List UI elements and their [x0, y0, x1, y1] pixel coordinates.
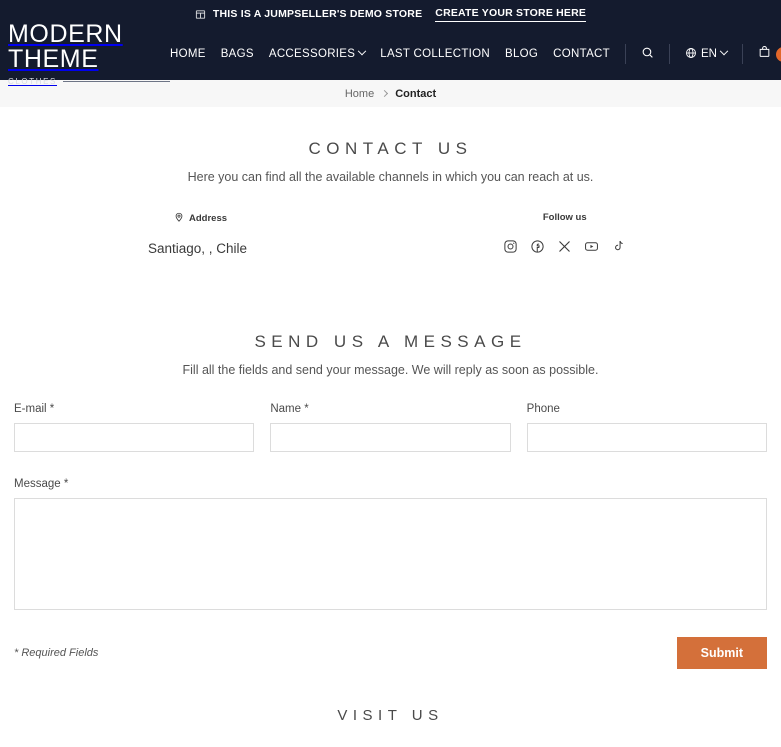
address-block: Address Santiago, , Chile — [14, 212, 391, 256]
brand-rule — [63, 81, 170, 82]
nav-last-collection-label: LAST COLLECTION — [380, 48, 490, 60]
cart-count-badge: 3 — [775, 46, 781, 62]
page-subtitle: Here you can find all the available chan… — [187, 170, 594, 184]
language-label: EN — [700, 48, 717, 60]
chevron-right-icon — [381, 89, 389, 98]
phone-label: Phone — [526, 403, 560, 415]
chevron-down-icon — [358, 46, 367, 56]
location-pin-icon — [174, 212, 184, 225]
globe-icon — [685, 47, 697, 62]
brand-subtitle: CLOTHES — [8, 77, 57, 86]
nav-contact[interactable]: CONTACT — [553, 48, 610, 60]
shopping-bag-icon — [758, 45, 771, 63]
email-label: E-mail * — [14, 403, 55, 415]
brand-name: MODERN THEME — [8, 20, 123, 73]
breadcrumb-current: Contact — [395, 87, 437, 100]
form-subtitle: Fill all the fields and send your messag… — [182, 363, 599, 377]
message-label: Message * — [14, 478, 69, 490]
create-store-link[interactable]: CREATE YOUR STORE HERE — [435, 7, 587, 22]
social-block: Follow us — [391, 212, 768, 254]
nav-divider-2 — [668, 44, 670, 64]
address-label: Address — [189, 213, 228, 224]
nav-blog-label: BLOG — [505, 48, 539, 60]
email-field-group: E-mail * — [14, 403, 255, 452]
instagram-icon[interactable] — [503, 238, 519, 254]
chevron-down-icon-language — [719, 46, 729, 56]
submit-button[interactable]: Submit — [676, 637, 767, 669]
address-value: Santiago, , Chile — [148, 241, 248, 256]
site-logo[interactable]: MODERN THEME CLOTHES — [8, 22, 170, 86]
name-field-group: Name * — [270, 403, 511, 452]
store-icon — [195, 9, 206, 20]
facebook-icon[interactable] — [530, 238, 546, 254]
search-icon — [641, 46, 654, 62]
announcement-text: THIS IS A JUMPSELLER'S DEMO STORE — [212, 8, 423, 20]
youtube-icon[interactable] — [584, 238, 600, 254]
nav-bags[interactable]: BAGS — [221, 48, 254, 60]
message-textarea[interactable] — [14, 498, 767, 610]
nav-accessories[interactable]: ACCESSORIES — [268, 46, 367, 60]
page-title: CONTACT US — [308, 139, 473, 158]
search-button[interactable] — [641, 46, 654, 62]
message-field-group: Message * — [14, 478, 767, 610]
nav-divider-3 — [741, 44, 743, 64]
nav-last-collection[interactable]: LAST COLLECTION — [380, 48, 490, 60]
visit-us-title: VISIT US — [337, 707, 444, 724]
contact-form: SEND US A MESSAGE Fill all the fields an… — [14, 300, 767, 669]
brand-subtitle-row: CLOTHES — [8, 77, 170, 86]
form-row-2: Message * — [14, 478, 767, 610]
nav-divider — [624, 44, 626, 64]
name-input[interactable] — [270, 423, 511, 452]
page-content: CONTACT US Here you can find all the ava… — [0, 107, 781, 724]
main-navigation: HOME BAGS ACCESSORIES LAST COLLECTION BL… — [170, 44, 781, 64]
phone-field-group: Phone — [526, 403, 767, 452]
name-label: Name * — [270, 403, 309, 415]
site-header: MODERN THEME CLOTHES HOME BAGS ACCESSORI… — [0, 22, 781, 86]
nav-home-label: HOME — [170, 48, 206, 60]
form-title: SEND US A MESSAGE — [254, 332, 527, 351]
contact-info-row: Address Santiago, , Chile Follow us — [14, 212, 767, 256]
x-twitter-icon[interactable] — [557, 238, 573, 254]
breadcrumb-home[interactable]: Home — [345, 88, 374, 100]
nav-accessories-label: ACCESSORIES — [268, 48, 356, 60]
email-input[interactable] — [14, 423, 255, 452]
nav-home[interactable]: HOME — [170, 48, 206, 60]
cart-button[interactable]: 3 — [758, 45, 781, 63]
address-heading: Address — [174, 212, 391, 225]
tiktok-icon[interactable] — [611, 238, 627, 254]
form-row-1: E-mail * Name * Phone — [14, 403, 767, 452]
social-icons-list — [503, 238, 627, 254]
required-fields-note: * Required Fields — [14, 647, 99, 659]
nav-blog[interactable]: BLOG — [505, 48, 538, 60]
nav-contact-label: CONTACT — [553, 48, 610, 60]
nav-bags-label: BAGS — [220, 48, 254, 60]
language-selector[interactable]: EN — [685, 46, 729, 62]
phone-input[interactable] — [526, 423, 767, 452]
follow-us-label: Follow us — [542, 212, 587, 223]
form-submit-row: * Required Fields Submit — [14, 637, 767, 669]
